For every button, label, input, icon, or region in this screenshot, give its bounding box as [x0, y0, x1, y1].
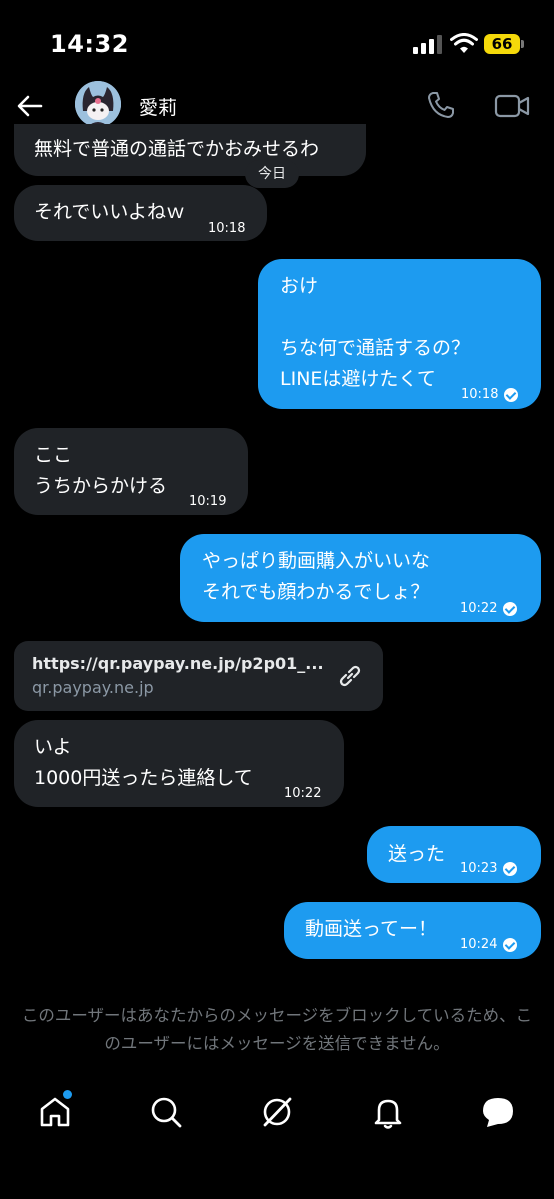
message-bubble-incoming[interactable]: 無料で普通の通話でかおみせるわ: [14, 124, 366, 176]
read-check-icon: [503, 601, 518, 616]
unread-dot: [63, 1090, 72, 1099]
message-bubble-outgoing[interactable]: おけ ちな何で通話するの？ LINEは避けたくて 10:18: [258, 259, 541, 409]
message-bubble-outgoing[interactable]: 送った 10:23: [367, 826, 541, 883]
avatar[interactable]: [75, 81, 121, 127]
message-time: 10:23: [460, 861, 498, 876]
bell-icon[interactable]: [370, 1094, 406, 1130]
message-text: いよ 1000円送ったら連絡して: [34, 736, 253, 789]
message-text: やっぱり動画購入がいいな それでも顔わかるでしょ？: [202, 550, 431, 603]
search-icon[interactable]: [148, 1094, 184, 1130]
status-time: 14:32: [50, 30, 129, 58]
message-time: 10:19: [189, 494, 227, 509]
battery-indicator: 66: [484, 34, 520, 54]
message-bubble-incoming[interactable]: いよ 1000円送ったら連絡して 10:22: [14, 720, 344, 807]
message-time: 10:22: [284, 786, 322, 801]
link-title: https://qr.paypay.ne.jp/p2p01_...: [32, 654, 324, 673]
battery-tip: [521, 40, 524, 48]
message-text: それでいいよねｗ: [34, 201, 186, 223]
link-icon: [339, 665, 361, 687]
message-text: 動画送ってー！: [305, 918, 438, 940]
read-check-icon: [503, 937, 518, 952]
message-text: おけ ちな何で通話するの？ LINEは避けたくて: [280, 275, 471, 390]
message-bubble-outgoing[interactable]: やっぱり動画購入がいいな それでも顔わかるでしょ？ 10:22: [180, 534, 541, 622]
message-time: 10:22: [460, 601, 498, 616]
message-time: 10:24: [460, 937, 498, 952]
avatar-image: [75, 81, 121, 127]
read-check-icon: [504, 387, 519, 402]
message-bubble-incoming[interactable]: それでいいよねｗ 10:18: [14, 185, 267, 241]
grok-icon[interactable]: [259, 1094, 295, 1130]
wifi-icon: [450, 33, 478, 53]
message-text: 送った: [388, 843, 446, 865]
cellular-signal-icon: [413, 35, 442, 54]
phone-icon[interactable]: [425, 89, 457, 121]
message-time: 10:18: [461, 387, 499, 402]
date-divider: 今日: [245, 160, 299, 188]
chat-bubble-icon[interactable]: [480, 1094, 516, 1130]
blocked-notice: このユーザーはあなたからのメッセージをブロックしているため、このユーザーにはメッ…: [21, 1006, 533, 1053]
video-camera-icon[interactable]: [494, 91, 530, 121]
message-text: ここ うちからかける: [34, 444, 168, 497]
link-preview-card[interactable]: https://qr.paypay.ne.jp/p2p01_... qr.pay…: [14, 641, 383, 711]
message-bubble-outgoing[interactable]: 動画送ってー！ 10:24: [284, 902, 541, 959]
message-bubble-incoming[interactable]: ここ うちからかける 10:19: [14, 428, 248, 515]
home-icon[interactable]: [37, 1094, 73, 1130]
back-arrow-icon[interactable]: [14, 90, 46, 122]
read-check-icon: [503, 861, 518, 876]
message-time: 10:18: [208, 221, 246, 236]
link-domain: qr.paypay.ne.jp: [32, 678, 154, 697]
contact-name[interactable]: 愛莉: [139, 93, 177, 120]
